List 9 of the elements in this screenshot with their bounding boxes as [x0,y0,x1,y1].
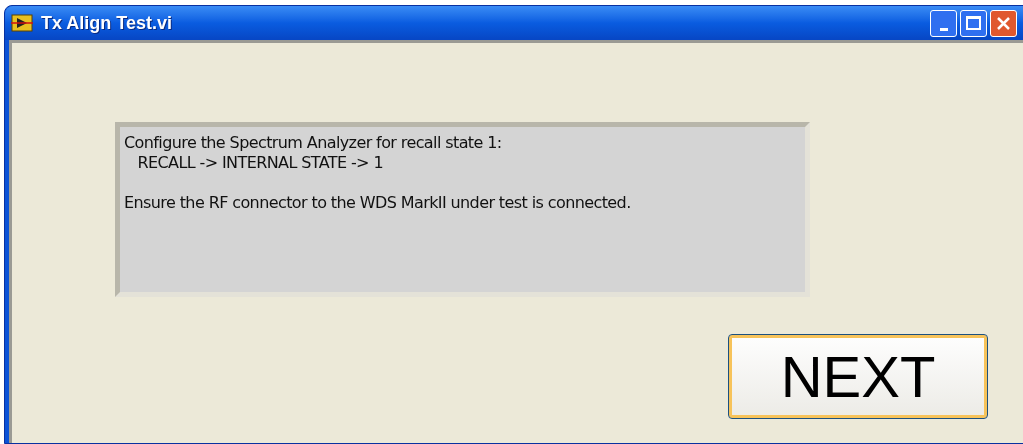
close-icon [997,16,1010,30]
minimize-button[interactable] [930,9,957,37]
message-text: Ensure the RF connector to the WDS MarkII under test is connected. [124,193,631,213]
message-text: Configure the Spectrum Analyzer for recall state 1: RECALL -> INTERNAL STATE -> 1 [124,133,502,173]
next-button[interactable]: NEXT [728,334,988,419]
app-icon [11,14,33,32]
close-button[interactable] [990,9,1017,37]
maximize-button[interactable] [960,9,987,37]
window-title: Tx Align Test.vi [41,11,173,35]
